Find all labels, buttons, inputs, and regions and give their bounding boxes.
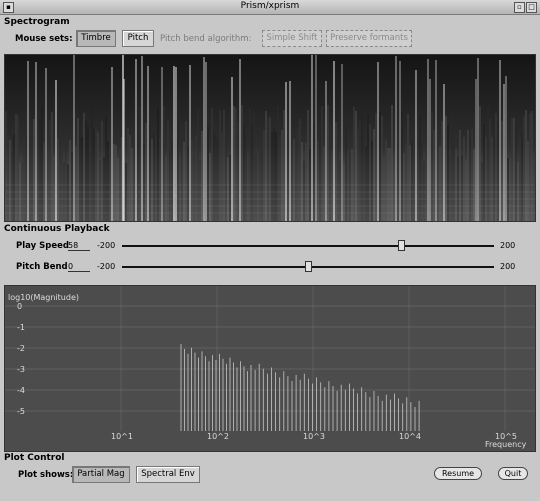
simple-shift-button[interactable]: Simple Shift	[262, 30, 322, 47]
magnitude-plot-svg: log10(Magnitude) 0 -1 -2 -3 -4 -5 10^1 10^2 10^3…	[5, 286, 535, 449]
y-tick-label: -1	[17, 323, 25, 332]
pitch-bend-algorithm-label: Pitch bend algorithm:	[160, 34, 252, 44]
play-speed-label: Play Speed	[16, 241, 69, 251]
spectrogram-image	[5, 55, 535, 221]
y-tick-label: -4	[17, 386, 25, 395]
y-tick-label: -2	[17, 344, 25, 353]
play-speed-min: -200	[97, 241, 116, 250]
maximize-button[interactable]: □	[526, 2, 537, 13]
y-tick-label: -5	[17, 407, 25, 416]
playback-section-title: Continuous Playback	[4, 224, 110, 234]
pitch-button[interactable]: Pitch	[122, 30, 154, 47]
partial-mag-button[interactable]: Partial Mag	[72, 466, 130, 483]
x-tick-label: 10^3	[303, 432, 325, 441]
magnitude-plot[interactable]: log10(Magnitude) 0 -1 -2 -3 -4 -5 10^1 10^2 10^3…	[4, 285, 536, 452]
resume-button[interactable]: Resume	[434, 467, 482, 480]
preserve-formants-button[interactable]: Preserve formants	[326, 30, 412, 47]
pitch-bend-label: Pitch Bend	[16, 262, 68, 272]
pitch-bend-min: -200	[97, 262, 116, 271]
plot-ylabel: log10(Magnitude)	[8, 293, 79, 302]
play-speed-slider-track[interactable]	[122, 245, 494, 247]
x-tick-label: 10^2	[207, 432, 229, 441]
timbre-button[interactable]: Timbre	[76, 30, 116, 47]
pitch-bend-value[interactable]: 0	[68, 262, 90, 272]
spectrogram-section-title: Spectrogram	[4, 17, 70, 27]
plot-control-section-title: Plot Control	[4, 453, 65, 463]
plot-xlabel: Frequency	[485, 440, 527, 449]
plot-shows-label: Plot shows:	[18, 470, 74, 480]
x-tick-label: 10^1	[111, 432, 133, 441]
spectrogram-view[interactable]	[4, 54, 536, 222]
x-tick-label: 10^4	[399, 432, 421, 441]
y-tick-label: 0	[17, 302, 22, 311]
play-speed-value[interactable]: 58	[68, 241, 90, 251]
spectral-env-button[interactable]: Spectral Env	[136, 466, 200, 483]
mouse-sets-label: Mouse sets:	[15, 34, 73, 44]
play-speed-slider-thumb[interactable]	[398, 240, 405, 251]
play-speed-max: 200	[500, 241, 516, 250]
y-tick-label: -3	[17, 365, 25, 374]
quit-button[interactable]: Quit	[498, 467, 528, 480]
pitch-bend-slider-thumb[interactable]	[305, 261, 312, 272]
pitch-bend-max: 200	[500, 262, 516, 271]
minimize-button[interactable]: ▫	[514, 2, 525, 13]
window-title: Prism/xprism	[240, 1, 300, 11]
